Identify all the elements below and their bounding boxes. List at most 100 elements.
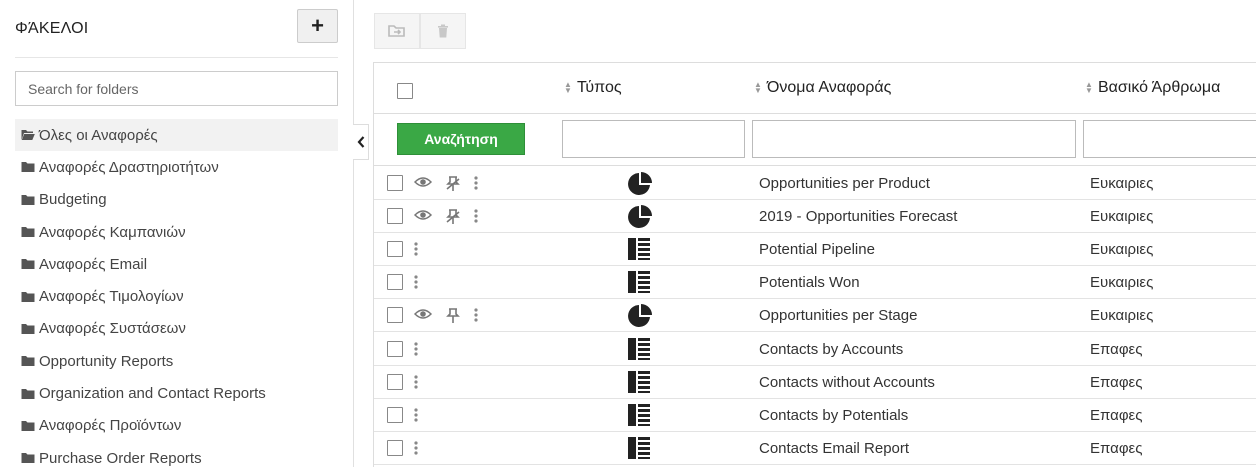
table-row[interactable]: Contacts without Accounts Επαφες <box>374 366 1256 399</box>
folder-item[interactable]: Αναφορές Συστάσεων <box>15 313 338 345</box>
folder-icon <box>21 162 35 173</box>
report-name[interactable]: Contacts by Accounts <box>759 341 903 358</box>
add-folder-button[interactable]: + <box>297 9 338 43</box>
row-checkbox[interactable] <box>387 439 403 456</box>
table-row[interactable]: 2019 - Opportunities Forecast Ευκαιριες <box>374 200 1256 235</box>
unpin-icon[interactable] <box>446 209 460 225</box>
folder-item[interactable]: Opportunity Reports <box>15 345 338 377</box>
more-icon[interactable] <box>474 209 478 223</box>
module-filter-input[interactable] <box>1083 120 1256 158</box>
folder-icon <box>21 259 35 270</box>
row-checkbox[interactable] <box>387 307 403 324</box>
row-checkbox[interactable] <box>387 406 403 423</box>
more-icon[interactable] <box>414 275 418 289</box>
folder-icon <box>21 388 35 399</box>
more-icon[interactable] <box>414 341 418 356</box>
folder-item[interactable]: Αναφορές Καμπανιών <box>15 216 338 248</box>
report-name[interactable]: Opportunities per Product <box>759 175 930 192</box>
folder-icon <box>21 194 35 205</box>
folder-search-input[interactable] <box>15 71 338 106</box>
move-button[interactable] <box>374 13 420 49</box>
eye-icon[interactable] <box>414 209 432 221</box>
row-checkbox[interactable] <box>387 340 403 357</box>
folder-label: Organization and Contact Reports <box>39 385 266 403</box>
folder-label: Αναφορές Τιμολογίων <box>39 288 184 306</box>
table-row[interactable]: Contacts by Accounts Επαφες <box>374 333 1256 366</box>
column-type-label: Τύπος <box>577 79 622 96</box>
table-row[interactable]: Opportunities per Product Ευκαιριες <box>374 167 1256 200</box>
folder-label: Όλες οι Αναφορές <box>39 126 158 144</box>
folder-label: Budgeting <box>39 191 107 209</box>
collapse-sidebar-button[interactable] <box>353 124 369 160</box>
more-icon[interactable] <box>414 242 418 256</box>
column-header-type[interactable]: ▲ ▼ Τύπος <box>564 79 622 97</box>
report-name[interactable]: Contacts without Accounts <box>759 374 935 391</box>
search-button[interactable]: Αναζήτηση <box>397 123 525 155</box>
report-name[interactable]: Contacts by Potentials <box>759 407 908 424</box>
folder-item[interactable]: Organization and Contact Reports <box>15 377 338 409</box>
folder-icon <box>21 291 35 302</box>
folder-icon <box>21 453 35 464</box>
report-name[interactable]: Potential Pipeline <box>759 241 875 258</box>
eye-icon[interactable] <box>414 308 432 320</box>
more-icon[interactable] <box>414 408 418 422</box>
folder-item[interactable]: Αναφορές Δραστηριοτήτων <box>15 151 338 183</box>
more-icon[interactable] <box>474 176 478 190</box>
column-header-module[interactable]: ▲ ▼ Βασικό Άρθρωμα <box>1085 79 1220 97</box>
folder-item[interactable]: Purchase Order Reports <box>15 442 338 467</box>
row-checkbox[interactable] <box>387 241 403 258</box>
folder-item[interactable]: Budgeting <box>15 184 338 216</box>
table-row[interactable]: Opportunities per Stage Ευκαιριες <box>374 299 1256 333</box>
report-module: Ευκαιριες <box>1090 208 1154 226</box>
folder-list: Όλες οι Αναφορές Αναφορές Δραστηριοτήτων B… <box>15 119 338 467</box>
report-module: Επαφες <box>1090 373 1143 391</box>
report-module: Ευκαιριες <box>1090 175 1154 192</box>
folder-label: Αναφορές Συστάσεων <box>39 320 186 338</box>
row-checkbox[interactable] <box>387 274 403 291</box>
report-module: Επαφες <box>1090 406 1143 424</box>
report-module: Επαφες <box>1090 439 1143 457</box>
row-checkbox[interactable] <box>387 373 403 390</box>
sort-icon: ▲ ▼ <box>754 80 762 95</box>
table-row[interactable]: Potential Pipeline Ευκαιριες <box>374 233 1256 267</box>
pie-chart-icon <box>627 204 653 235</box>
select-all-checkbox[interactable] <box>397 83 413 99</box>
eye-icon[interactable] <box>414 176 432 188</box>
row-checkbox[interactable] <box>387 208 403 225</box>
folder-item[interactable]: Όλες οι Αναφορές <box>15 119 338 152</box>
name-filter-input[interactable] <box>752 120 1076 158</box>
sort-icon: ▲ ▼ <box>1085 80 1093 95</box>
folder-item[interactable]: Αναφορές Email <box>15 248 338 280</box>
report-module: Ευκαιριες <box>1090 241 1154 259</box>
table-row[interactable]: Contacts by Potentials Επαφες <box>374 399 1256 432</box>
move-folder-icon <box>388 25 405 37</box>
column-module-label: Βασικό Άρθρωμα <box>1098 79 1221 96</box>
sort-icon: ▲ ▼ <box>564 80 572 95</box>
table-row[interactable]: Contacts Email Report Επαφες <box>374 432 1256 465</box>
report-name[interactable]: Opportunities per Stage <box>759 307 917 324</box>
folder-item[interactable]: Αναφορές Προϊόντων <box>15 410 338 442</box>
row-checkbox[interactable] <box>387 175 403 191</box>
column-header-name[interactable]: ▲ ▼ Όνομα Αναφοράς <box>754 79 891 97</box>
pin-icon[interactable] <box>446 308 460 324</box>
report-module: Ευκαιριες <box>1090 307 1154 325</box>
unpin-icon[interactable] <box>446 176 460 192</box>
more-icon[interactable] <box>414 441 418 455</box>
folder-label: Αναφορές Προϊόντων <box>39 417 182 435</box>
delete-button[interactable] <box>420 13 466 49</box>
report-name[interactable]: Potentials Won <box>759 274 860 291</box>
table-row[interactable]: Potentials Won Ευκαιριες <box>374 266 1256 300</box>
folder-label: Αναφορές Email <box>39 255 148 273</box>
folders-sidebar: ΦΆΚΕΛΟΙ + Όλες οι Αναφορές Αναφορές Δραστ… <box>0 0 354 467</box>
type-filter-input[interactable] <box>562 120 745 158</box>
folder-item[interactable]: Αναφορές Τιμολογίων <box>15 280 338 312</box>
table-report-icon <box>627 337 651 366</box>
table-report-icon <box>627 270 651 299</box>
more-icon[interactable] <box>414 374 418 389</box>
report-name[interactable]: Contacts Email Report <box>759 440 909 457</box>
more-icon[interactable] <box>474 308 478 322</box>
column-name-label: Όνομα Αναφοράς <box>767 79 892 96</box>
report-name[interactable]: 2019 - Opportunities Forecast <box>759 208 957 225</box>
folder-open-icon <box>21 130 35 141</box>
folder-label: Opportunity Reports <box>39 352 174 370</box>
